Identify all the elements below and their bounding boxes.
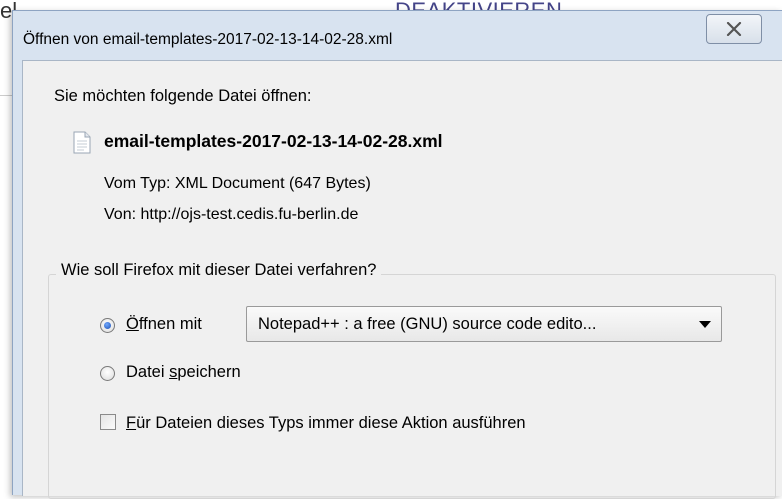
dialog-content: Sie möchten folgende Datei öffnen: email… <box>22 60 782 499</box>
dialog-prompt: Sie möchten folgende Datei öffnen: <box>54 87 312 105</box>
save-file-radio[interactable] <box>100 366 115 381</box>
application-select-value: Notepad++ : a free (GNU) source code edi… <box>258 315 597 333</box>
action-group-legend: Wie soll Firefox mit dieser Datei verfah… <box>56 261 382 280</box>
always-do-this-checkbox[interactable] <box>100 414 116 430</box>
application-select[interactable]: Notepad++ : a free (GNU) source code edi… <box>246 306 722 342</box>
file-source: Von: http://ojs-test.cedis.fu-berlin.de <box>104 206 359 223</box>
close-button[interactable] <box>706 14 762 44</box>
dialog-title: Öffnen von email-templates-2017-02-13-14… <box>23 31 393 48</box>
open-with-accel: Ö <box>126 315 139 333</box>
close-icon <box>726 22 742 36</box>
file-icon <box>73 131 91 154</box>
background-divider <box>0 95 12 96</box>
always-do-this-label[interactable]: Für Dateien dieses Typs immer diese Akti… <box>126 414 526 433</box>
save-file-label-pre: Datei <box>126 363 170 381</box>
save-file-label-rest: peichern <box>177 363 241 381</box>
save-file-label[interactable]: Datei speichern <box>126 363 241 382</box>
open-with-label[interactable]: Öffnen mit <box>126 315 202 334</box>
dropdown-arrow-icon <box>699 321 711 328</box>
always-do-this-label-text: ür Dateien dieses Typs immer diese Aktio… <box>136 414 526 432</box>
dialog-titlebar[interactable]: Öffnen von email-templates-2017-02-13-14… <box>13 11 782 53</box>
file-name: email-templates-2017-02-13-14-02-28.xml <box>104 131 443 151</box>
open-with-label-text: ffnen mit <box>138 315 202 333</box>
open-file-dialog: Öffnen von email-templates-2017-02-13-14… <box>12 10 782 499</box>
always-do-this-accel: F <box>126 414 137 432</box>
file-type: Vom Typ: XML Document (647 Bytes) <box>104 175 371 192</box>
open-with-radio[interactable] <box>100 318 115 333</box>
